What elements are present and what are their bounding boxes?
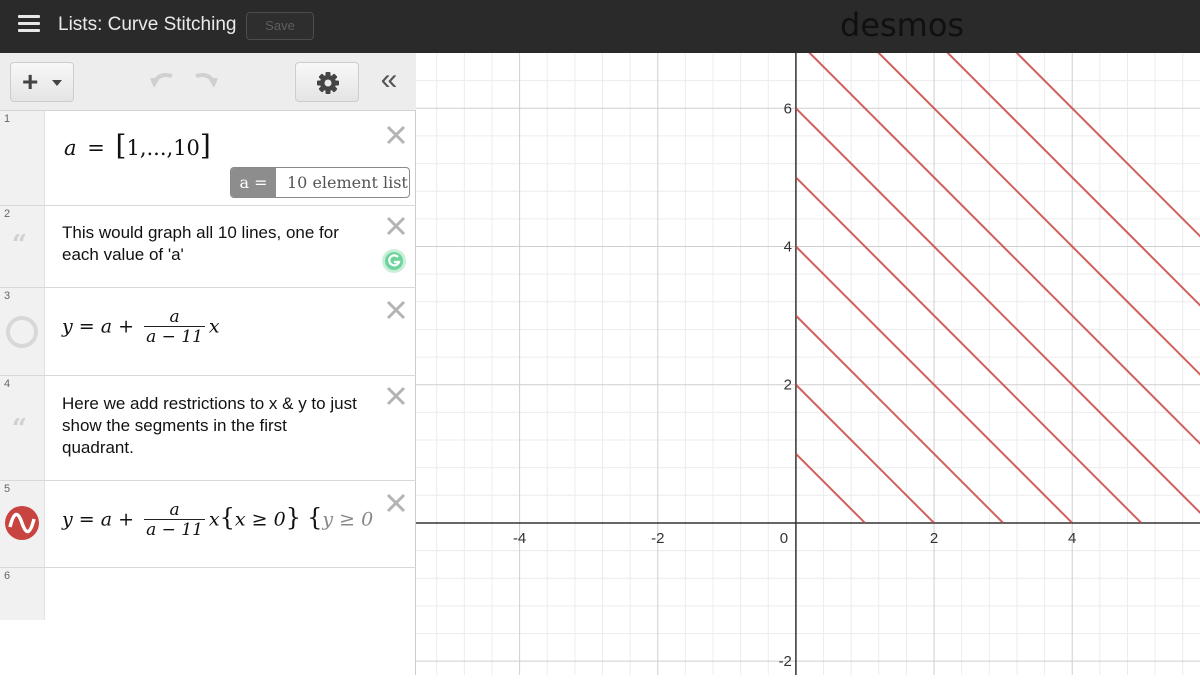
chevron-down-icon [52,80,62,86]
expression-number: 1 [4,113,11,125]
close-icon[interactable] [384,491,408,515]
settings-button[interactable] [295,62,359,102]
curve-line[interactable] [795,107,1200,523]
graph-canvas[interactable]: -4 -2 0 2 4 6 4 2 -2 [416,0,1200,675]
close-icon[interactable] [384,384,408,408]
save-button[interactable]: Save [246,12,314,40]
redo-icon[interactable] [186,66,220,96]
y-tick-label: 4 [784,239,792,256]
hamburger-menu-icon[interactable] [18,15,40,33]
open-brace: { [307,503,323,532]
graph-title[interactable]: Lists: Curve Stitching [58,14,236,36]
expression-number: 2 [4,208,11,220]
graph-paper[interactable]: -4 -2 0 2 4 6 4 2 -2 [416,0,1200,675]
quote-icon: “ [12,230,27,260]
curve-line[interactable] [795,384,935,524]
y-variable: y [62,508,73,531]
major-grid [416,53,1200,675]
y-variable: y [62,315,73,338]
expression-gutter: 4 “ [0,376,45,480]
expression-gutter: 6 [0,568,45,620]
open-bracket: [ [115,129,127,162]
x-variable: x [208,315,220,338]
plus-sign: + [118,315,135,338]
open-brace: { [219,503,235,532]
close-icon[interactable] [384,123,408,147]
close-icon[interactable] [384,214,408,238]
collapse-panel-button[interactable]: « [370,63,408,101]
x-variable: x [208,508,220,531]
plus-sign: + [118,508,135,531]
curve-line[interactable] [795,453,866,524]
close-brace: } [285,503,302,532]
expression-panel: + « 1 a = [1,...,10] a = 10 element list… [0,53,416,675]
quote-icon: “ [12,414,27,444]
desmos-logo: desmos [840,6,965,44]
list-variable: a [64,136,77,160]
fraction: a a − 11 [144,501,205,540]
minor-grid [416,53,1200,675]
expression-gutter: 1 [0,111,45,205]
hidden-graph-toggle-icon[interactable] [5,315,39,349]
expression-row-3[interactable]: 3 y = a + a a − 11 x [0,288,416,376]
a-variable: a [100,508,113,531]
expression-gutter: 5 [0,481,45,567]
line-equation[interactable]: y = a + a a − 11 x [62,308,220,347]
equals-sign: = [78,315,95,338]
add-item-button[interactable]: + [10,62,74,102]
x-tick-label: -2 [651,530,664,547]
fraction-denominator: a − 11 [144,519,205,540]
expression-number: 3 [4,290,11,302]
list-info-badge: a = 10 element list [230,167,410,198]
origin-tick-label: 0 [780,530,788,547]
axes [416,53,1200,675]
expression-row-5[interactable]: 5 y = a + a a − 11 x{x ≥ 0} {y ≥ 0 [0,481,416,568]
top-bar: Lists: Curve Stitching Save desmos [0,0,1200,53]
empty-expression-row-6[interactable]: 6 [0,568,416,620]
expression-number: 6 [4,570,11,582]
plotted-lines [795,0,1200,524]
y-tick-label: 2 [784,377,792,394]
graph-style-toggle-icon[interactable] [4,505,40,541]
x-tick-label: -4 [513,530,526,547]
note-row-2[interactable]: 2 “ This would graph all 10 lines, one f… [0,206,416,288]
note-text[interactable]: Here we add restrictions to x & y to jus… [62,393,362,459]
close-icon[interactable] [384,298,408,322]
badge-value: 10 element list [287,173,408,192]
list-definition[interactable]: a = [1,...,10] [64,129,211,162]
x-tick-label: 2 [930,530,938,547]
expression-toolbar: + « [0,53,416,111]
list-contents: 1,...,10 [126,136,200,160]
x-tick-label: 4 [1068,530,1076,547]
y-tick-label: 6 [784,100,792,117]
expression-row-1[interactable]: 1 a = [1,...,10] a = 10 element list [0,111,416,206]
expression-gutter: 2 “ [0,206,45,287]
y-restriction: y ≥ 0 [322,508,374,531]
curve-line[interactable] [795,314,1004,524]
undo-icon[interactable] [148,66,182,96]
gear-icon [317,72,339,94]
expression-number: 5 [4,483,11,495]
note-row-4[interactable]: 4 “ Here we add restrictions to x & y to… [0,376,416,481]
fraction: a a − 11 [144,308,205,347]
expression-gutter: 3 [0,288,45,375]
close-bracket: ] [199,129,211,162]
plus-icon: + [22,66,39,97]
expression-number: 4 [4,378,11,390]
equals-sign: = [87,136,105,160]
a-variable: a [100,315,113,338]
fraction-numerator: a [169,500,180,520]
fraction-numerator: a [169,307,180,327]
y-tick-label: -2 [779,653,792,670]
grammarly-icon[interactable] [381,248,407,274]
equals-sign: = [78,508,95,531]
restricted-line-equation[interactable]: y = a + a a − 11 x{x ≥ 0} {y ≥ 0 [62,501,373,540]
curve-line[interactable] [795,176,1142,524]
note-text[interactable]: This would graph all 10 lines, one for e… [62,222,362,266]
fraction-denominator: a − 11 [144,326,205,347]
badge-variable: a = [231,168,276,197]
x-restriction: x ≥ 0 [234,508,286,531]
